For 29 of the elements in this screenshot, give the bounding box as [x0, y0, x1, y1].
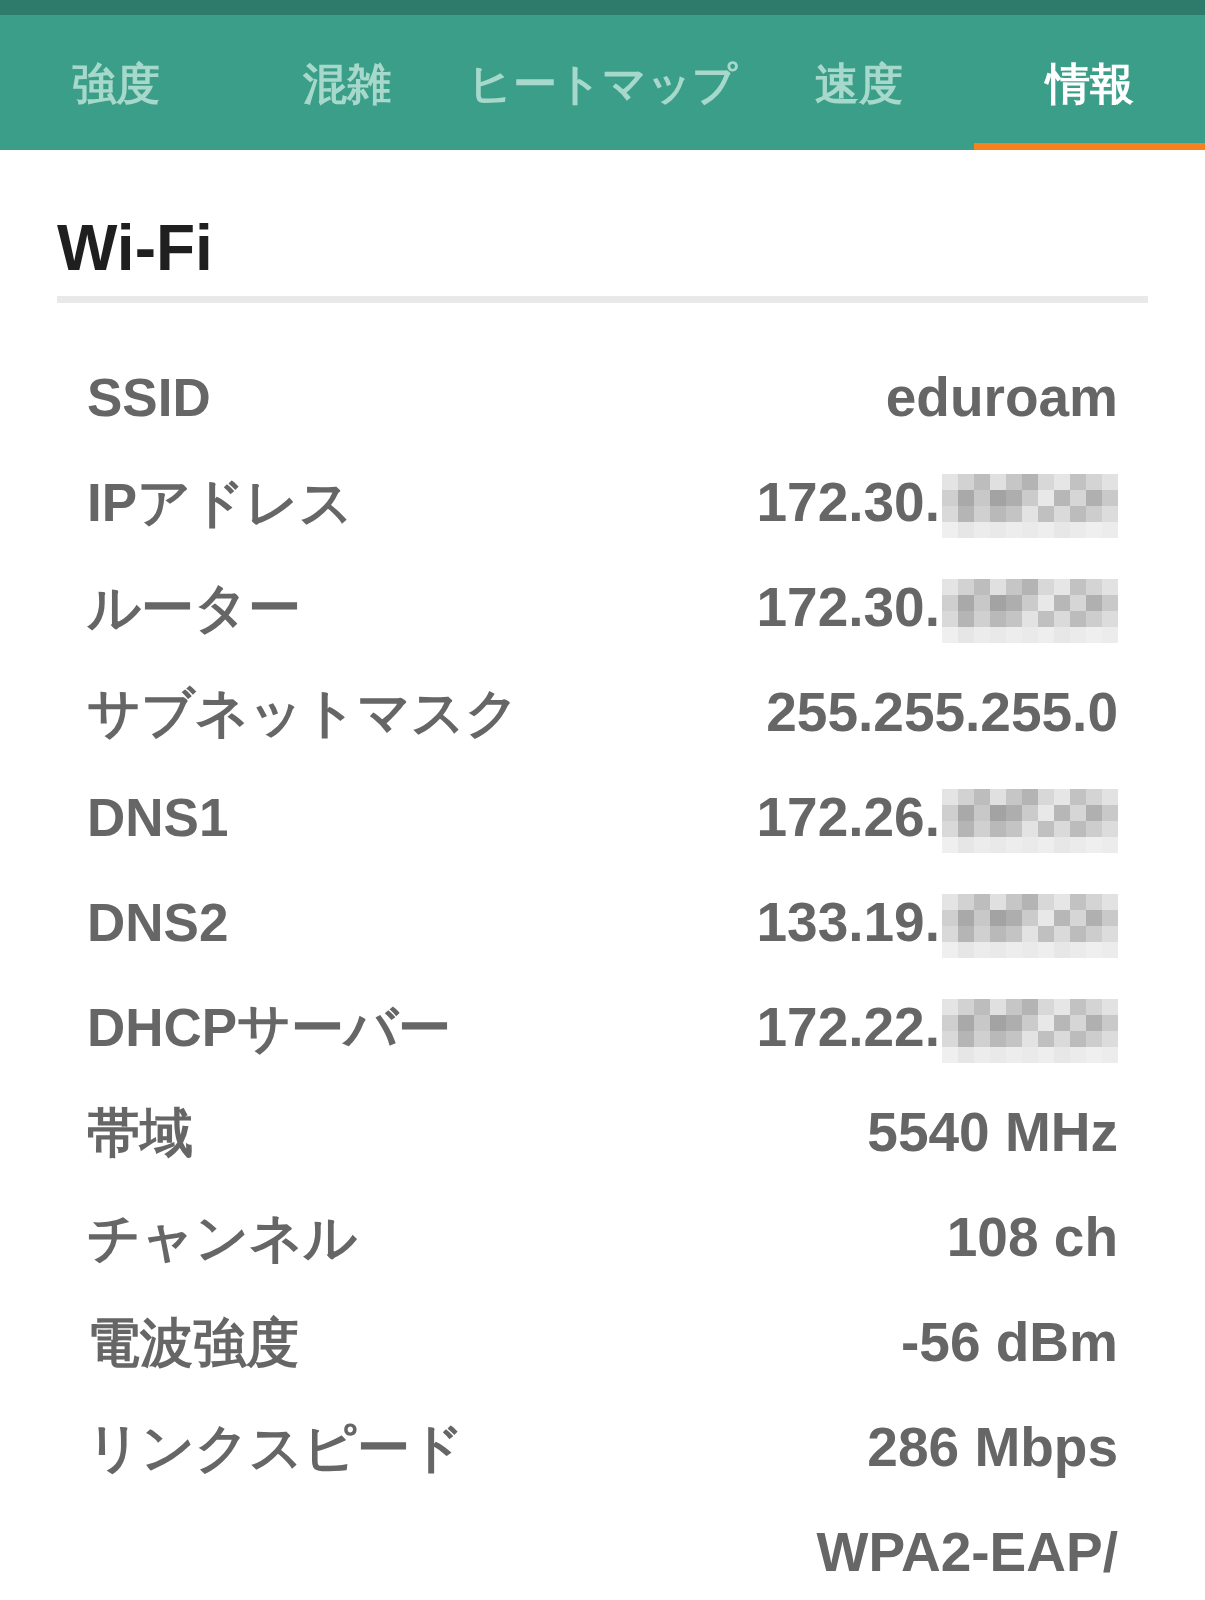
field-value: WPA2-EAP/	[816, 1520, 1118, 1586]
tab[interactable]: 速度	[743, 15, 974, 150]
tab[interactable]: 強度	[0, 15, 231, 150]
field-value: -56 dBm	[901, 1310, 1118, 1376]
field-value: 172.26.	[756, 785, 940, 851]
tab[interactable]: 情報	[974, 15, 1205, 150]
field-label: 帯域	[87, 1101, 193, 1164]
field-label: DNS1	[87, 786, 229, 849]
field-label: IPアドレス	[87, 471, 354, 534]
field-value: eduroam	[885, 365, 1118, 431]
field-value: 255.255.255.0	[766, 680, 1118, 746]
field-value: 172.22.	[756, 995, 940, 1061]
field-label: サブネットマスク	[87, 681, 519, 744]
field-value: 108 ch	[946, 1205, 1118, 1271]
section-title: Wi-Fi	[57, 216, 213, 280]
field-label: チャンネル	[87, 1206, 357, 1269]
field-label: DNS2	[87, 891, 229, 954]
field-label: ルーター	[87, 576, 301, 639]
field-value: 172.30.	[756, 575, 940, 641]
tab[interactable]: ヒートマップ	[462, 15, 743, 150]
field-value: 172.30.	[756, 470, 940, 536]
field-label: SSID	[87, 366, 211, 429]
field-value: 133.19.	[756, 890, 940, 956]
field-label: リンクスピード	[87, 1416, 464, 1479]
tab[interactable]: 混雑	[231, 15, 462, 150]
field-label: DHCPサーバー	[87, 996, 452, 1059]
field-value: 5540 MHz	[867, 1100, 1118, 1166]
field-value: 286 Mbps	[867, 1415, 1118, 1481]
field-label: 電波強度	[87, 1311, 299, 1374]
